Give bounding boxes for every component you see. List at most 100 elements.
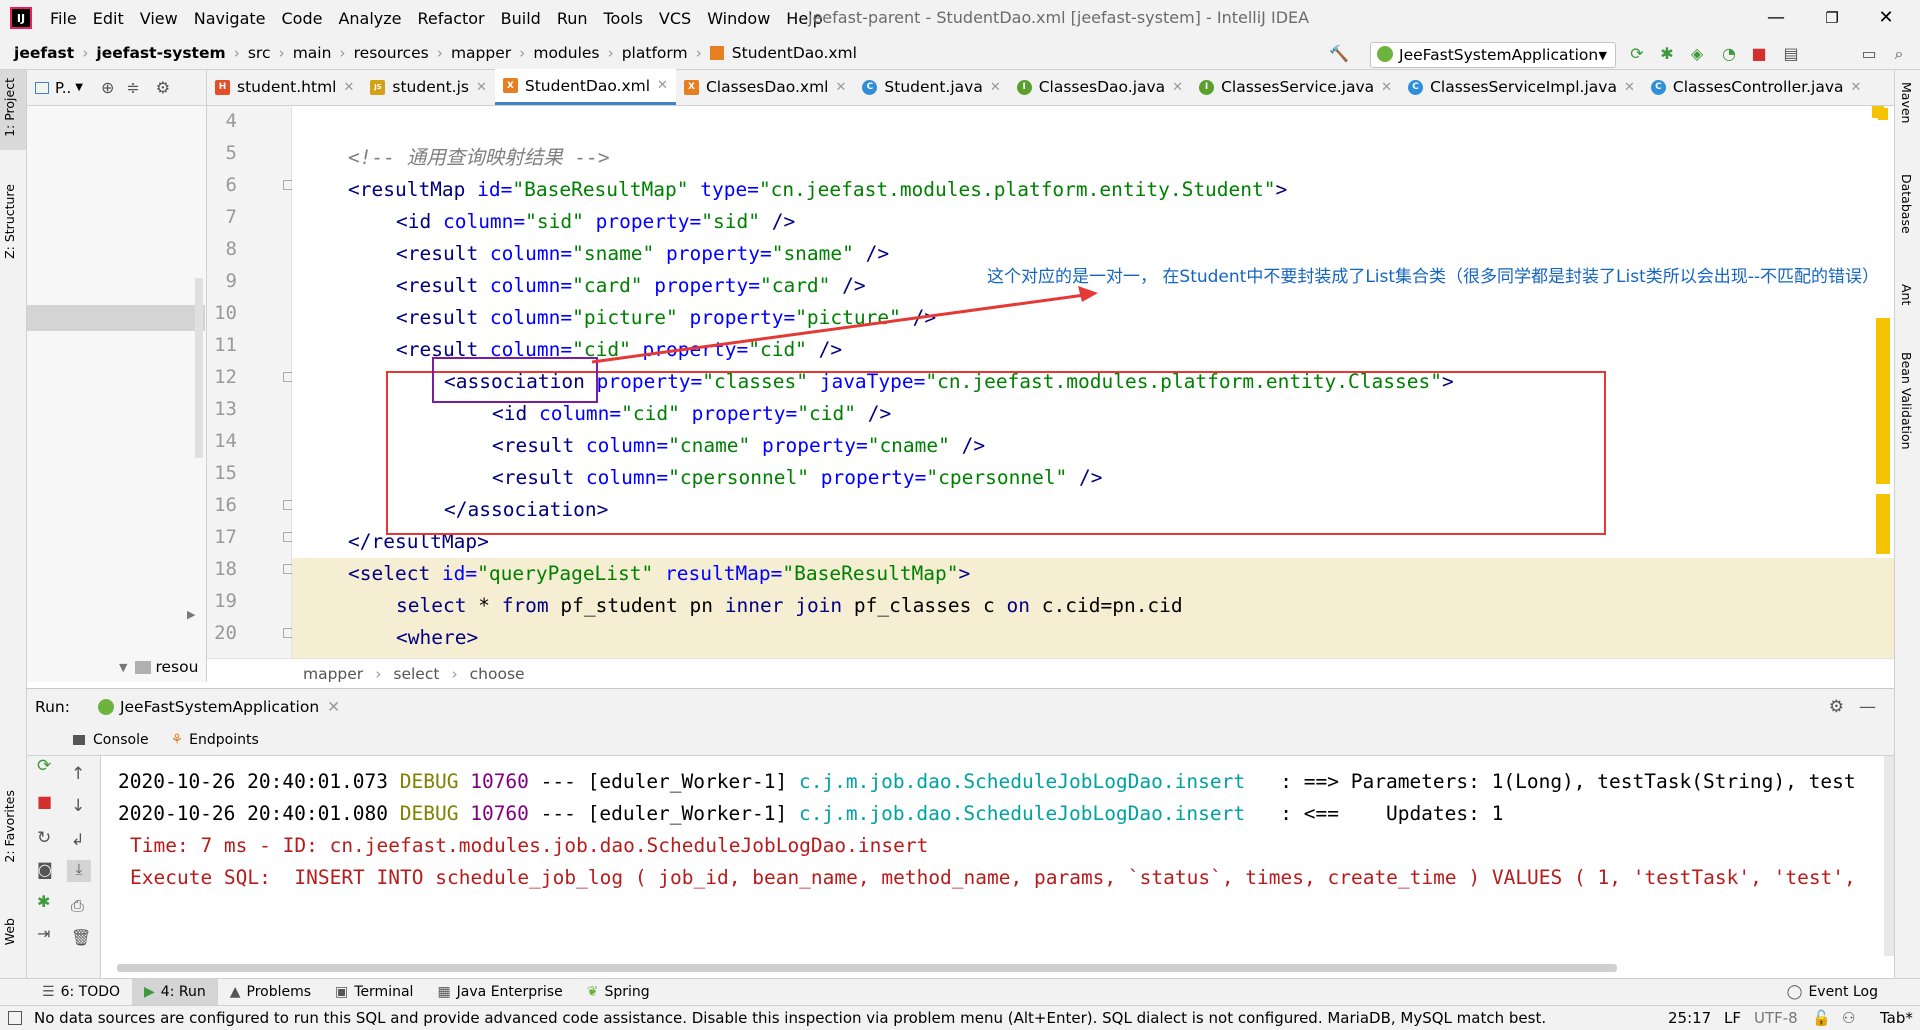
- tool-tab-terminal[interactable]: ▣ Terminal: [323, 984, 425, 1000]
- tool-tab-project[interactable]: 1: Project: [2, 78, 17, 137]
- tab-console[interactable]: Console: [93, 732, 149, 748]
- tool-tab-event-log[interactable]: ◯ Event Log: [1775, 984, 1890, 1000]
- menu-window[interactable]: Window: [699, 9, 778, 28]
- crumb-module[interactable]: jeefast-system: [92, 44, 229, 62]
- tool-tab-todo[interactable]: ☰ 6: TODO: [30, 984, 132, 1000]
- selected-tree-row[interactable]: [27, 305, 205, 331]
- horizontal-scrollbar[interactable]: [117, 964, 1617, 972]
- debug-icon[interactable]: ✱: [1656, 43, 1678, 65]
- rerun-icon[interactable]: ⟳: [37, 756, 51, 776]
- close-icon[interactable]: ✕: [657, 78, 668, 93]
- arrow-up-icon[interactable]: ↑: [71, 764, 85, 784]
- close-icon[interactable]: ✕: [990, 80, 1001, 95]
- gear-icon[interactable]: ⚙: [156, 78, 170, 97]
- hammer-icon[interactable]: 🔨: [1328, 43, 1350, 65]
- breadcrumb-mapper[interactable]: mapper: [303, 665, 363, 683]
- menu-file[interactable]: File: [42, 9, 85, 28]
- minimize-icon[interactable]: —: [1764, 6, 1788, 30]
- close-icon[interactable]: ✕: [327, 698, 340, 716]
- menu-run[interactable]: Run: [549, 9, 596, 28]
- crumb-main[interactable]: main: [289, 44, 336, 62]
- status-toggle-icon[interactable]: [8, 1011, 22, 1025]
- project-view-select[interactable]: P..: [55, 79, 71, 97]
- crumb-src[interactable]: src: [244, 44, 275, 62]
- console-output[interactable]: 2020-10-26 20:40:01.073 DEBUG 10760 --- …: [101, 756, 1894, 978]
- scrollbar[interactable]: [195, 278, 203, 458]
- crumb-resources[interactable]: resources: [350, 44, 433, 62]
- project-structure-icon[interactable]: ▤: [1780, 43, 1802, 65]
- menu-vcs[interactable]: VCS: [651, 9, 699, 28]
- soft-wrap-icon[interactable]: ↲: [71, 830, 84, 849]
- rerun-icon[interactable]: ⟳: [1626, 43, 1648, 65]
- indent-setting[interactable]: Tab*: [1880, 1009, 1913, 1027]
- print-icon[interactable]: ⎙: [71, 896, 84, 916]
- gear-icon[interactable]: ⚙: [1829, 697, 1844, 717]
- inspector-icon[interactable]: ⚇: [1842, 1009, 1855, 1027]
- tool-tab-structure[interactable]: Z: Structure: [2, 184, 17, 259]
- code-editor[interactable]: <!-- 通用查询映射结果 --> <resultMap id="BaseRes…: [292, 106, 1894, 658]
- menu-build[interactable]: Build: [493, 9, 549, 28]
- tool-tab-run[interactable]: ▶ 4: Run: [132, 979, 218, 1005]
- tool-tab-bean-validation[interactable]: Bean Validation: [1899, 352, 1914, 450]
- toolbar-window-icon[interactable]: ▭: [1858, 43, 1880, 65]
- scroll-to-end-icon[interactable]: ⤓: [67, 860, 91, 882]
- search-everywhere-icon[interactable]: ⌕: [1888, 43, 1910, 65]
- warning-marker[interactable]: [1878, 108, 1888, 120]
- crumb-modules[interactable]: modules: [529, 44, 603, 62]
- profile-icon[interactable]: ◔: [1718, 43, 1740, 65]
- trash-icon[interactable]: 🗑: [71, 928, 91, 947]
- collapse-all-icon[interactable]: ≑: [126, 78, 139, 97]
- crumb-mapper[interactable]: mapper: [447, 44, 515, 62]
- close-icon[interactable]: ✕: [344, 80, 355, 95]
- minimize-icon[interactable]: —: [1859, 697, 1876, 717]
- caret-position[interactable]: 25:17: [1668, 1009, 1711, 1027]
- breadcrumb-choose[interactable]: choose: [470, 665, 525, 683]
- menu-code[interactable]: Code: [274, 9, 331, 28]
- menu-view[interactable]: View: [132, 9, 186, 28]
- locate-icon[interactable]: ⊕: [101, 78, 114, 97]
- coverage-icon[interactable]: ◈: [1686, 43, 1708, 65]
- menu-tools[interactable]: Tools: [596, 9, 651, 28]
- file-encoding[interactable]: UTF-8: [1754, 1009, 1798, 1027]
- exit-icon[interactable]: ⇥: [37, 924, 50, 943]
- tab-classesdao-xml[interactable]: X ClassesDao.xml ✕: [676, 69, 854, 105]
- crumb-file[interactable]: StudentDao.xml: [728, 44, 861, 62]
- tool-tab-database[interactable]: Database: [1899, 174, 1914, 234]
- tab-classesdao-java[interactable]: I ClassesDao.java ✕: [1009, 69, 1191, 105]
- close-icon[interactable]: ✕: [1172, 80, 1183, 95]
- breadcrumb-select[interactable]: select: [393, 665, 439, 683]
- tab-student-js[interactable]: JS student.js ✕: [362, 69, 494, 105]
- close-icon[interactable]: ✕: [1851, 80, 1862, 95]
- tool-tab-spring[interactable]: ❦ Spring: [575, 984, 662, 1000]
- lock-icon[interactable]: 🔓: [1812, 1009, 1831, 1027]
- menu-analyze[interactable]: Analyze: [330, 9, 409, 28]
- menu-edit[interactable]: Edit: [85, 9, 132, 28]
- tool-tab-web[interactable]: Web: [2, 918, 17, 945]
- run-tab-app[interactable]: JeeFastSystemApplication: [120, 698, 319, 716]
- menu-refactor[interactable]: Refactor: [410, 9, 493, 28]
- close-icon[interactable]: ✕: [1624, 80, 1635, 95]
- expand-arrow-icon[interactable]: ▶: [187, 608, 195, 621]
- tool-tab-favorites[interactable]: 2: Favorites: [2, 790, 17, 863]
- tool-tab-java-enterprise[interactable]: ▦ Java Enterprise: [425, 984, 574, 1000]
- tab-classesserviceimpl-java[interactable]: C ClassesServiceImpl.java ✕: [1400, 69, 1643, 105]
- tab-student-java[interactable]: C Student.java ✕: [854, 69, 1008, 105]
- tab-student-html[interactable]: Hstudent.html ✕: [207, 69, 362, 105]
- tree-item-resources[interactable]: ▼ resou: [119, 658, 198, 676]
- menu-navigate[interactable]: Navigate: [186, 9, 274, 28]
- crumb-project[interactable]: jeefast: [10, 44, 78, 62]
- vertical-scrollbar[interactable]: [1884, 756, 1894, 956]
- close-icon[interactable]: ✕: [1874, 6, 1898, 30]
- stop-icon[interactable]: ■: [37, 792, 52, 811]
- arrow-down-icon[interactable]: ↓: [71, 796, 85, 816]
- debug-icon[interactable]: ✱: [37, 892, 50, 911]
- tab-classesservice-java[interactable]: I ClassesService.java ✕: [1191, 69, 1400, 105]
- tab-endpoints[interactable]: Endpoints: [189, 732, 259, 748]
- close-icon[interactable]: ✕: [1381, 80, 1392, 95]
- camera-icon[interactable]: ◙: [37, 860, 53, 879]
- close-icon[interactable]: ✕: [476, 80, 487, 95]
- crumb-platform[interactable]: platform: [618, 44, 692, 62]
- close-icon[interactable]: ✕: [836, 80, 847, 95]
- tool-tab-maven[interactable]: Maven: [1899, 82, 1914, 123]
- restore-layout-icon[interactable]: ↻: [37, 828, 51, 848]
